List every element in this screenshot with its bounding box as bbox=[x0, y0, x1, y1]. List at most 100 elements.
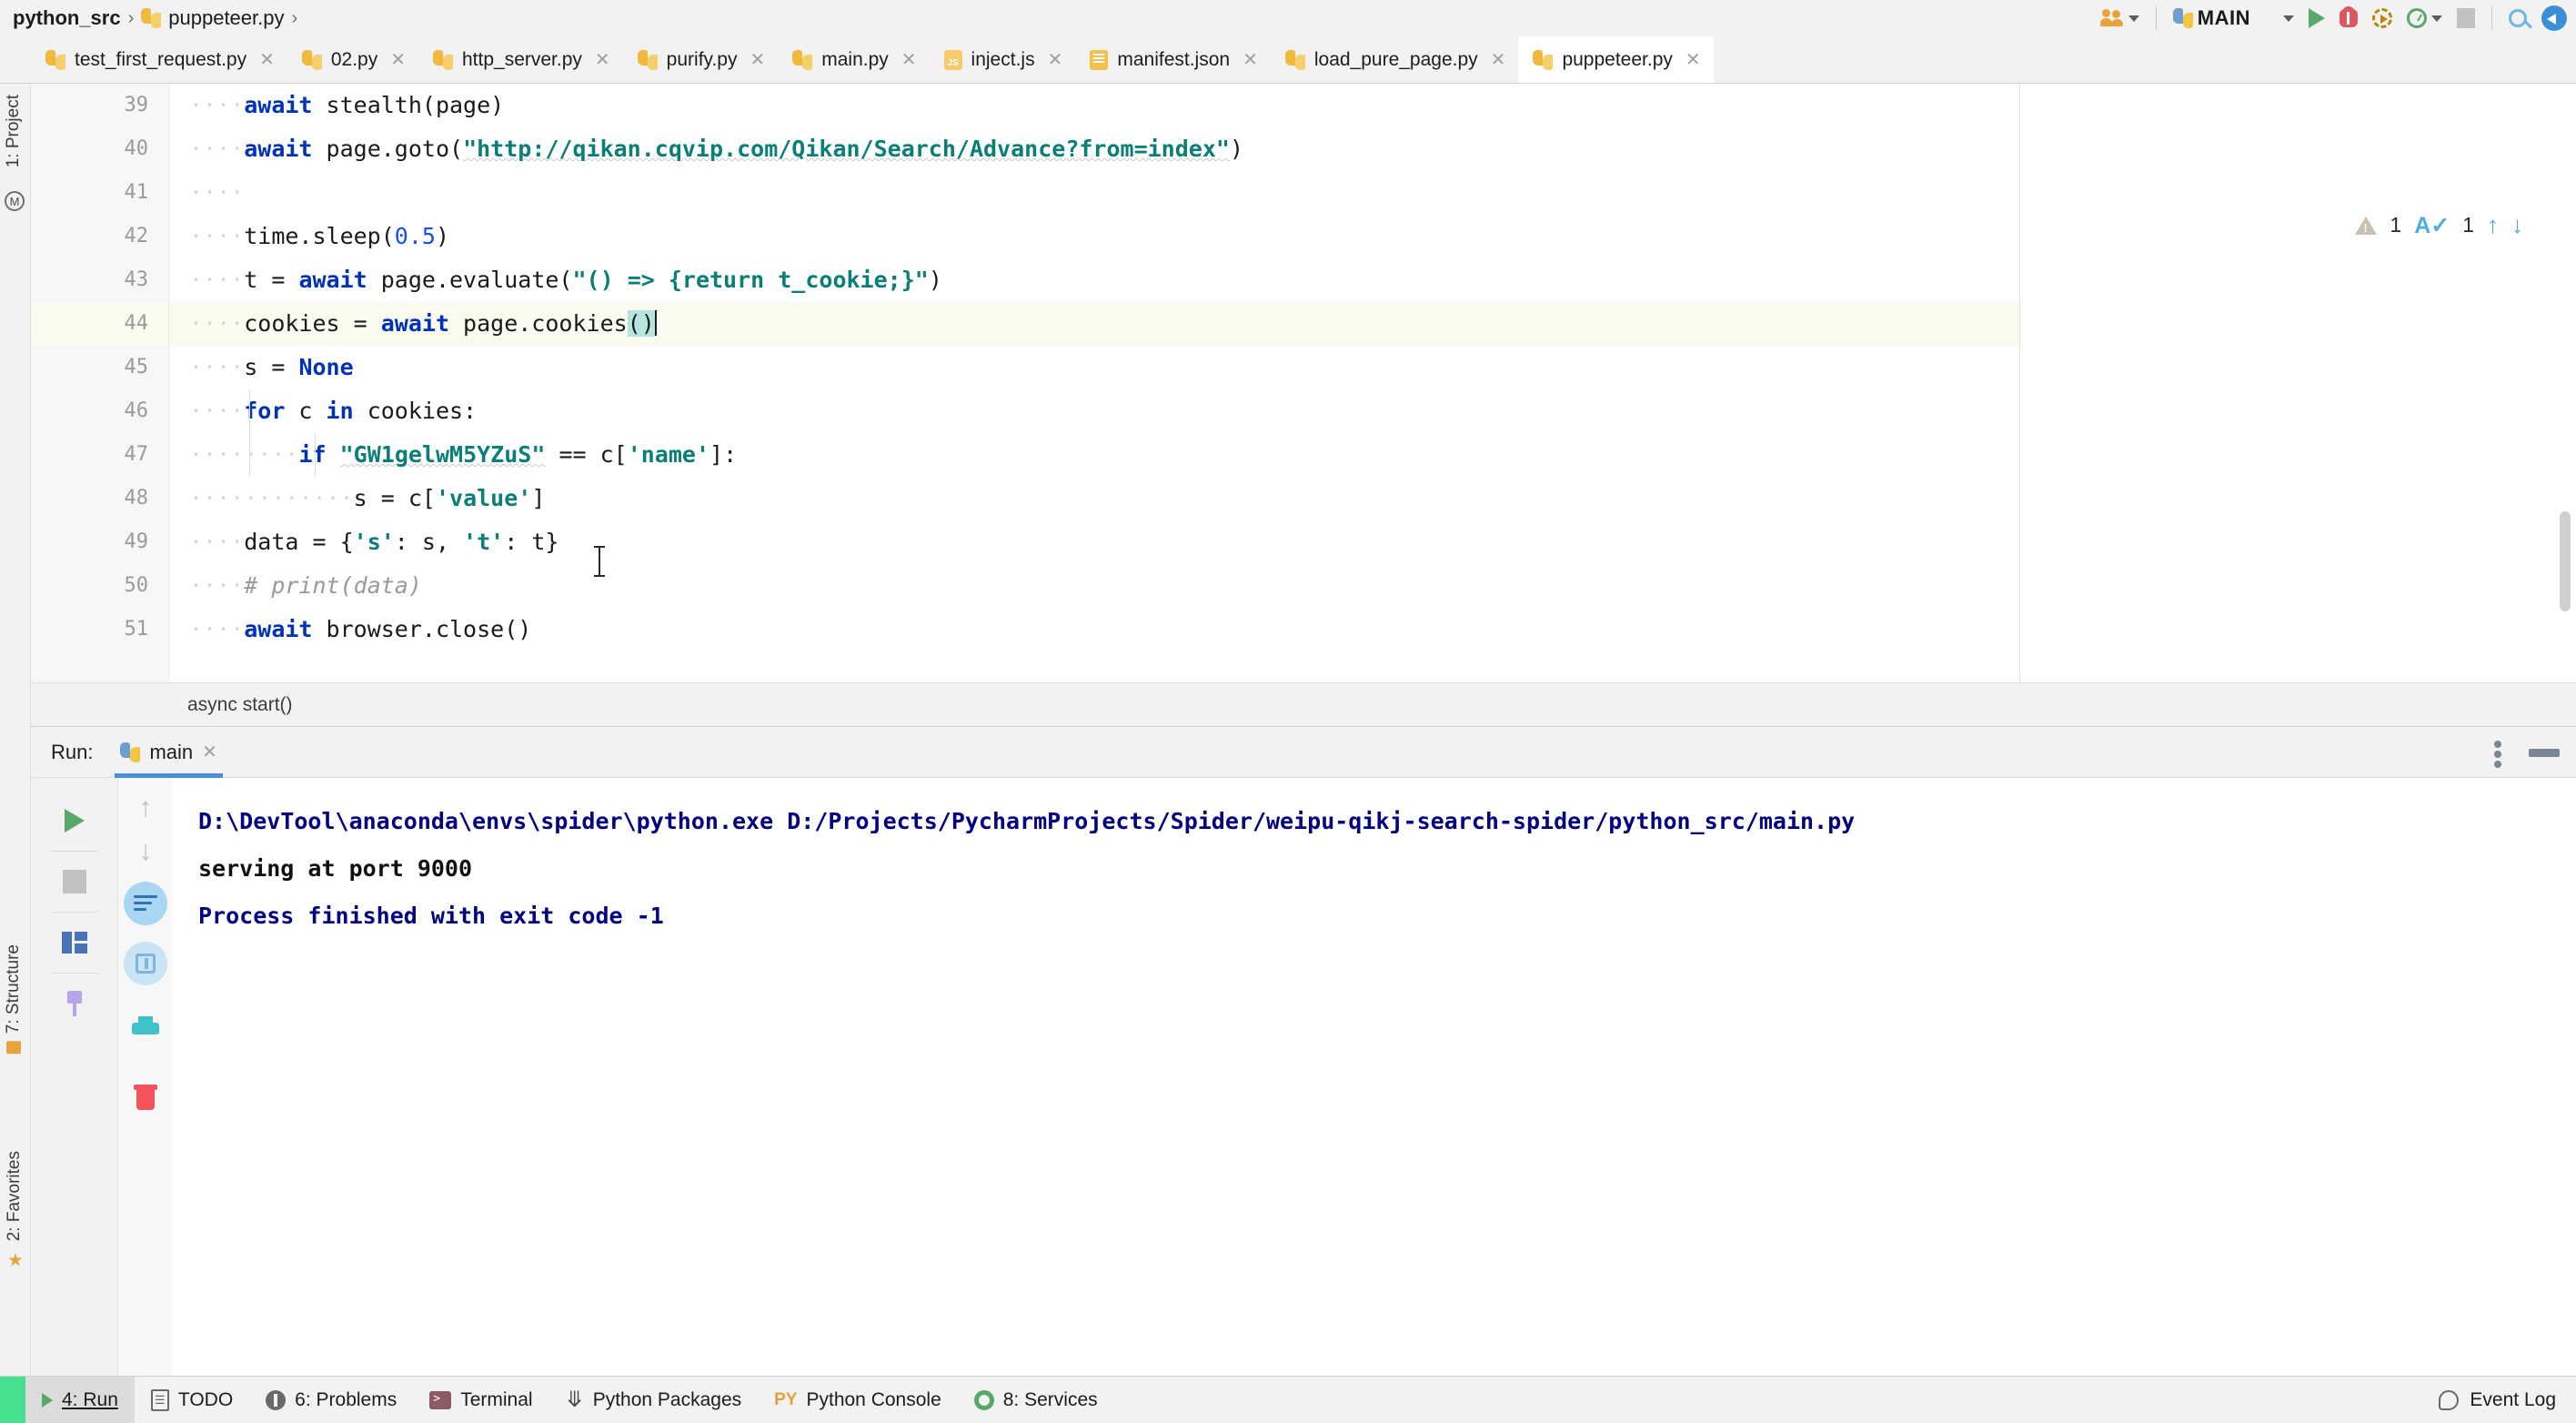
editor-tab-inject[interactable]: JS inject.js ✕ bbox=[930, 36, 1076, 83]
sidebar-item-project[interactable]: 1: Project bbox=[0, 89, 29, 173]
sidebar-item-favorites[interactable]: ★ 2: Favorites bbox=[0, 1145, 31, 1276]
run-configuration-selector[interactable]: MAIN bbox=[2168, 3, 2256, 34]
coverage-button[interactable] bbox=[2367, 3, 2398, 34]
bookmarks-icon[interactable]: M bbox=[5, 191, 25, 211]
debug-button[interactable] bbox=[2334, 3, 2363, 34]
divider bbox=[50, 912, 98, 913]
breadcrumb-item-file[interactable]: puppeteer.py bbox=[168, 6, 284, 30]
event-log-label: Event Log bbox=[2470, 1388, 2556, 1410]
run-config-dropdown[interactable] bbox=[2259, 3, 2299, 34]
status-label: Python Packages bbox=[592, 1388, 742, 1410]
layout-settings-button[interactable] bbox=[31, 916, 117, 969]
code-line-49[interactable]: ····data = {'s': s, 't': t} bbox=[169, 520, 2019, 564]
code-line-40[interactable]: ····await page.goto("http://qikan.cqvip.… bbox=[169, 127, 2019, 171]
close-icon[interactable]: ✕ bbox=[390, 48, 406, 71]
python-file-icon bbox=[1284, 49, 1305, 70]
status-item-problems[interactable]: 6: Problems bbox=[249, 1377, 413, 1423]
code-line-39[interactable]: ····await stealth(page) bbox=[169, 84, 2019, 127]
run-button[interactable] bbox=[2303, 3, 2330, 34]
top-right-toolbar: MAIN bbox=[2095, 0, 2567, 36]
close-icon[interactable]: ✕ bbox=[901, 48, 917, 71]
console-line-command[interactable]: D:\DevTool\anaconda\envs\spider\python.e… bbox=[198, 798, 2576, 845]
close-icon[interactable]: ✕ bbox=[1048, 48, 1063, 71]
editor-tab-test_first_request[interactable]: test_first_request.py ✕ bbox=[31, 36, 287, 83]
pin-icon bbox=[64, 991, 86, 1016]
up-arrow-icon[interactable]: ↑ bbox=[139, 794, 153, 822]
code-line-51[interactable]: ····await browser.close() bbox=[169, 608, 2019, 651]
top-bar: python_src › puppeteer.py › MAIN bbox=[0, 0, 2576, 36]
status-item-python-packages[interactable]: ⤋ Python Packages bbox=[549, 1377, 759, 1423]
python-file-icon bbox=[792, 49, 813, 70]
clear-all-button[interactable] bbox=[118, 1071, 173, 1124]
code-line-47[interactable]: ········if "GW1gelwM5YZuS" == c['name']: bbox=[169, 433, 2019, 477]
more-options-icon[interactable] bbox=[2494, 737, 2501, 768]
collaborate-button[interactable] bbox=[2095, 3, 2145, 34]
inspection-gutter[interactable]: 1 A✓ 1 ↑ ↓ bbox=[2019, 84, 2576, 682]
editor-tab-main[interactable]: main.py ✕ bbox=[778, 36, 929, 83]
stop-process-button[interactable] bbox=[31, 855, 117, 908]
line-number: 49 bbox=[124, 530, 149, 553]
next-problem-icon[interactable]: ↓ bbox=[2511, 211, 2523, 239]
status-item-services[interactable]: 8: Services bbox=[958, 1377, 1114, 1423]
status-event-log[interactable]: Event Log bbox=[2439, 1389, 2556, 1411]
updates-button[interactable] bbox=[2536, 3, 2567, 34]
code-line-46[interactable]: ····for c in cookies: bbox=[169, 389, 2019, 433]
editor-gutter[interactable]: 39 40 41 42 43 44 45 46 47 48 49 50 51 bbox=[31, 84, 169, 682]
close-icon[interactable]: ✕ bbox=[750, 48, 765, 71]
editor-tab-load_pure_page[interactable]: load_pure_page.py ✕ bbox=[1271, 36, 1519, 83]
editor-tab-bar: test_first_request.py ✕ 02.py ✕ http_ser… bbox=[0, 36, 2576, 84]
code-line-41[interactable]: ···· bbox=[169, 171, 2019, 215]
code-editor[interactable]: ····await stealth(page) ····await page.g… bbox=[169, 84, 2019, 682]
stop-button[interactable] bbox=[2451, 3, 2480, 34]
pin-tab-button[interactable] bbox=[31, 977, 117, 1030]
chevron-down-icon bbox=[2431, 15, 2442, 22]
main-body: 1: Project M 7: Structure ★ 2: Favorites… bbox=[0, 84, 2576, 1376]
previous-problem-icon[interactable]: ↑ bbox=[2487, 211, 2499, 239]
code-line-48[interactable]: ············s = c['value'] bbox=[169, 477, 2019, 520]
close-icon[interactable]: ✕ bbox=[1243, 48, 1258, 71]
down-arrow-icon[interactable]: ↓ bbox=[139, 838, 153, 865]
run-tab-main[interactable]: main ✕ bbox=[115, 727, 224, 778]
line-number: 41 bbox=[124, 181, 149, 204]
code-line-45[interactable]: ····s = None bbox=[169, 346, 2019, 389]
rerun-button[interactable] bbox=[31, 794, 117, 847]
editor-breadcrumb-footer: async start() bbox=[31, 682, 2576, 726]
breadcrumb-item-project[interactable]: python_src bbox=[13, 6, 121, 30]
run-console-output[interactable]: D:\DevTool\anaconda\envs\spider\python.e… bbox=[173, 778, 2576, 1376]
search-everywhere-button[interactable] bbox=[2503, 3, 2532, 34]
editor-tab-02[interactable]: 02.py ✕ bbox=[287, 36, 418, 83]
chevron-down-icon bbox=[2128, 15, 2139, 22]
status-item-run[interactable]: 4: Run bbox=[25, 1377, 135, 1423]
close-icon[interactable]: ✕ bbox=[595, 48, 610, 71]
code-line-50[interactable]: ····# print(data) bbox=[169, 564, 2019, 608]
close-icon[interactable]: ✕ bbox=[202, 741, 217, 763]
close-icon[interactable]: ✕ bbox=[259, 48, 275, 71]
print-button[interactable] bbox=[118, 1002, 173, 1055]
packages-icon: ⤋ bbox=[565, 1387, 584, 1412]
status-bar: 4: Run ☰ TODO 6: Problems Terminal ⤋ Pyt… bbox=[0, 1376, 2576, 1423]
run-panel-header: Run: main ✕ bbox=[31, 727, 2576, 778]
editor-tab-http_server[interactable]: http_server.py ✕ bbox=[418, 36, 623, 83]
code-line-42[interactable]: ····time.sleep(0.5) bbox=[169, 215, 2019, 258]
editor-tab-purify[interactable]: purify.py ✕ bbox=[623, 36, 779, 83]
profile-button[interactable] bbox=[2401, 3, 2448, 34]
pycharm-window: python_src › puppeteer.py › MAIN test_fi… bbox=[0, 0, 2576, 1423]
breadcrumb-function[interactable]: async start() bbox=[31, 694, 293, 716]
status-item-terminal[interactable]: Terminal bbox=[413, 1377, 548, 1423]
soft-wrap-button[interactable] bbox=[124, 882, 167, 925]
sidebar-item-structure[interactable]: 7: Structure bbox=[0, 939, 29, 1059]
editor-tab-puppeteer[interactable]: puppeteer.py ✕ bbox=[1518, 36, 1714, 83]
status-item-python-console[interactable]: PY Python Console bbox=[758, 1377, 958, 1423]
editor-tab-manifest[interactable]: manifest.json ✕ bbox=[1075, 36, 1271, 83]
code-line-43[interactable]: ····t = await page.evaluate("() => {retu… bbox=[169, 258, 2019, 302]
scroll-to-end-button[interactable] bbox=[124, 942, 167, 985]
code-line-44-current[interactable]: ····cookies = await page.cookies() bbox=[169, 302, 2019, 346]
close-icon[interactable]: ✕ bbox=[1491, 48, 1506, 71]
profile-icon bbox=[2407, 8, 2427, 28]
status-item-todo[interactable]: ☰ TODO bbox=[135, 1377, 249, 1423]
status-label: 6: Problems bbox=[295, 1388, 397, 1410]
close-icon[interactable]: ✕ bbox=[1685, 48, 1701, 71]
hide-icon[interactable] bbox=[2529, 748, 2560, 757]
editor-scrollbar-thumb[interactable] bbox=[2560, 511, 2571, 611]
python-file-icon bbox=[45, 49, 65, 70]
